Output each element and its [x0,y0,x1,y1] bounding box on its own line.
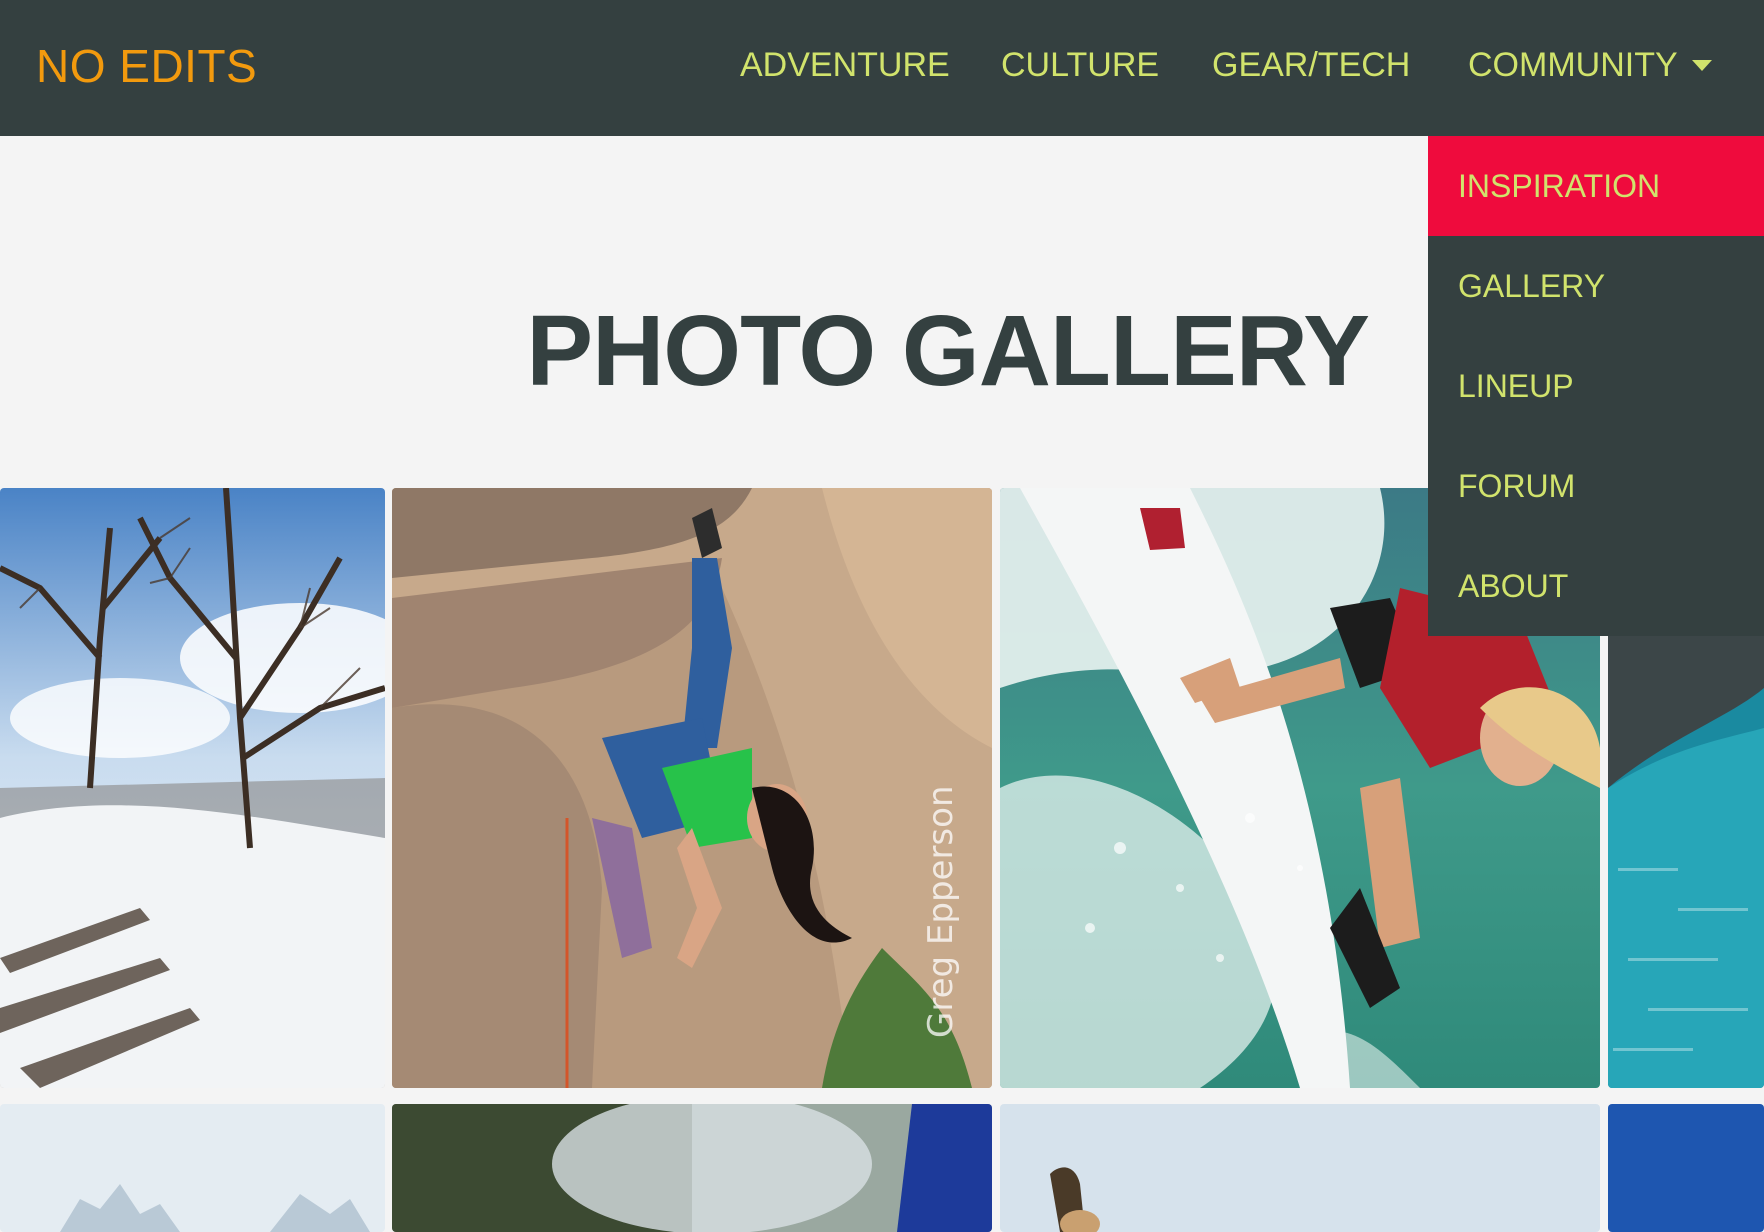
photo-rock-climber-image: Greg Epperson [392,488,992,1088]
photo-snowy-park-image [0,488,385,1088]
dropdown-item-about[interactable]: ABOUT [1428,536,1764,636]
nav-link-gear-tech[interactable]: GEAR/TECH [1212,40,1410,90]
gallery-photo-snowy-park[interactable] [0,488,385,1088]
nav-link-culture[interactable]: CULTURE [1001,40,1159,90]
brand-logo[interactable]: NO EDITS [36,38,257,94]
nav-link-community-label: COMMUNITY [1468,46,1678,84]
top-navbar: NO EDITS ADVENTURE CULTURE GEAR/TECH COM… [0,0,1764,136]
gallery-photo-rock-climber[interactable]: Greg Epperson [392,488,992,1088]
community-dropdown-menu: INSPIRATION GALLERY LINEUP FORUM ABOUT [1428,136,1764,636]
dropdown-item-lineup[interactable]: LINEUP [1428,336,1764,436]
photo-watermark: Greg Epperson [921,786,961,1039]
gallery-photo-skier[interactable] [392,1104,992,1232]
nav-link-adventure[interactable]: ADVENTURE [740,40,950,90]
nav-link-community[interactable]: COMMUNITY [1468,40,1712,90]
chevron-down-icon [1691,59,1712,71]
dropdown-item-inspiration[interactable]: INSPIRATION [1428,136,1764,236]
page-title: PHOTO GALLERY [526,295,1370,407]
dropdown-item-forum[interactable]: FORUM [1428,436,1764,536]
gallery-photo-jumper[interactable] [1000,1104,1600,1232]
gallery-photo-blue-water[interactable] [1608,1104,1764,1232]
photo-snowy-mountains-image [0,1104,385,1232]
photo-skier-image [392,1104,992,1232]
photo-jumper-image [1000,1104,1600,1232]
gallery-photo-snowy-mountains[interactable] [0,1104,385,1232]
dropdown-item-gallery[interactable]: GALLERY [1428,236,1764,336]
photo-blue-water-image [1608,1104,1764,1232]
